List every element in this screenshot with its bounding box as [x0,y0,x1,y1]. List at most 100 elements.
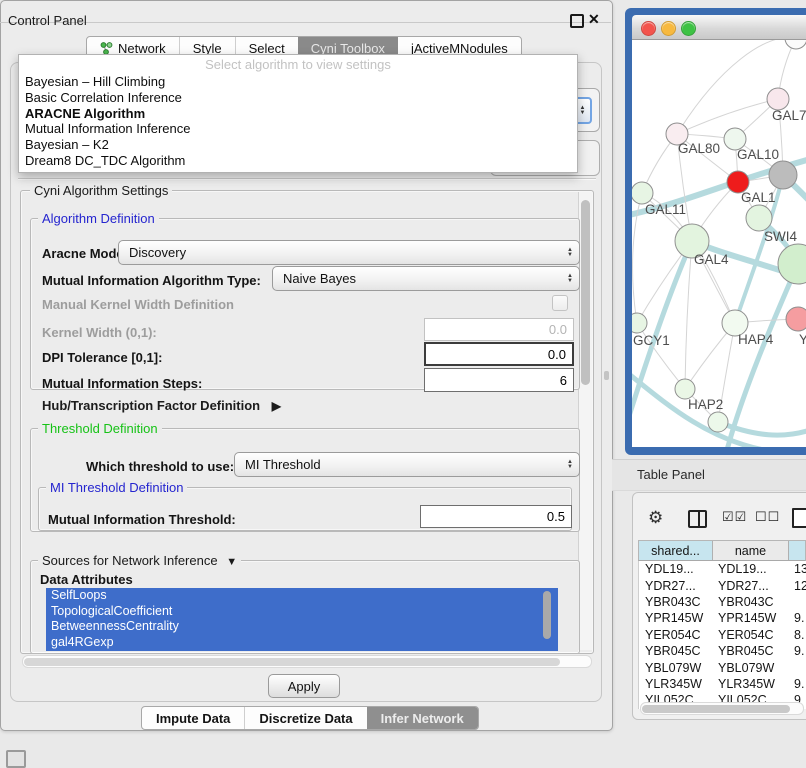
table-cell: YLR345W [639,676,712,692]
settings-hscrollbar-track[interactable] [22,655,592,668]
table-cell: YDR27... [712,577,788,593]
which-threshold-combo[interactable]: MI Threshold ▲▼ [234,452,580,477]
table-row[interactable]: YBR045CYBR045C9. [639,643,806,659]
table-cell: 9. [788,643,806,659]
network-node[interactable] [632,313,647,333]
tab-infer-network[interactable]: Infer Network [367,707,478,729]
dropdown-item[interactable]: Basic Correlation Inference [19,90,577,106]
close-icon[interactable]: ✕ [588,11,600,28]
attribute-item-selected[interactable]: gal4RGexp [46,635,558,651]
close-traffic-light[interactable] [641,21,656,36]
bottom-tabbar: Impute Data Discretize Data Infer Networ… [141,706,479,730]
sources-group-title[interactable]: Sources for Network Inference ▼ [38,554,241,569]
settings-scrollbar-track[interactable] [578,192,592,650]
dropdown-item[interactable]: Mutual Information Inference [19,121,577,137]
network-canvas[interactable]: GAL7GAL80GAL10GAL1GAL11SWI4GAL4GCY1HAP4Y… [632,40,806,447]
table-cell: 12 [788,577,806,593]
table-row[interactable]: YBR043CYBR043C [639,594,806,610]
control-panel-titlebar [0,0,611,23]
node-label: HAP2 [688,397,723,412]
table-row[interactable]: YPR145WYPR145W9. [639,610,806,626]
hub-definition-label: Hub/Transcription Factor Definition [42,398,260,413]
mi-steps-label: Mutual Information Steps: [42,376,202,391]
dropdown-item-highlighted[interactable]: ARACNE Algorithm [19,106,577,122]
table-row[interactable]: YDL19...YDL19...13 [639,561,806,577]
aracne-mode-label: Aracne Mode: [42,246,128,261]
column-header-partial[interactable] [788,541,805,560]
table-header-row: shared... name [638,540,806,561]
combo-arrows-icon: ▲▼ [567,274,573,284]
network-window-titlebar[interactable] [632,15,806,40]
expanded-arrow-icon: ▼ [226,556,237,568]
table-hscrollbar-thumb[interactable] [642,705,790,713]
tab-label: Discretize Data [259,711,352,726]
mi-threshold-input[interactable]: 0.5 [420,505,572,528]
settings-scrollbar-thumb[interactable] [581,200,590,385]
network-node[interactable] [708,412,728,432]
node-label: GAL1 [741,190,776,205]
table-row[interactable]: YDR27...YDR27...12 [639,577,806,593]
apply-button[interactable]: Apply [268,674,340,698]
attribute-item-selected[interactable]: SelfLoops [46,588,558,604]
mi-type-value: Naive Bayes [283,271,356,286]
panel-splitter-handle[interactable] [604,371,609,380]
column-header-shared-name[interactable]: shared... [639,541,712,560]
manual-kernel-label: Manual Kernel Width Definition [42,297,234,312]
network-node[interactable] [746,205,772,231]
network-node[interactable] [767,88,789,110]
table-row[interactable]: YER054CYER054C8. [639,627,806,643]
aracne-mode-combo[interactable]: Discovery ▲▼ [118,240,580,265]
table-hscrollbar-track[interactable] [640,702,804,715]
network-node[interactable] [786,307,806,331]
table-cell: YBR045C [639,643,712,659]
tab-label: Infer Network [381,711,464,726]
manual-kernel-checkbox[interactable] [552,295,568,311]
table-cell: YER054C [712,627,788,643]
network-node[interactable] [675,379,695,399]
kernel-width-input[interactable]: 0.0 [424,318,574,341]
docked-panel-icon[interactable] [6,750,26,768]
algorithm-definition-title: Algorithm Definition [38,212,159,225]
column-header-name[interactable]: name [712,541,788,560]
table-settings-gear-icon[interactable]: ⚙ [648,508,663,528]
tab-impute-data[interactable]: Impute Data [142,707,244,729]
mi-steps-input[interactable]: 6 [424,368,574,392]
dropdown-item[interactable]: Bayesian – K2 [19,137,577,153]
table-cell: 13 [788,561,806,577]
minimize-traffic-light[interactable] [661,21,676,36]
dropdown-item[interactable]: Bayesian – Hill Climbing [19,74,577,90]
attributes-scrollbar-thumb[interactable] [543,591,551,639]
table-row[interactable]: YLR345WYLR345W9. [639,676,806,692]
network-node[interactable] [769,161,797,189]
tab-discretize-data[interactable]: Discretize Data [244,707,366,729]
table-cell: YBR043C [712,594,788,610]
table-cell [788,659,806,675]
node-label: GAL10 [737,147,779,162]
algorithm-dropdown-popup: Select algorithm to view settings Bayesi… [18,54,578,173]
node-label: GCY1 [633,333,670,348]
select-all-columns-icon[interactable]: ☑☑ [722,509,747,525]
network-node[interactable] [778,244,806,284]
network-node[interactable] [632,182,653,204]
hub-definition-toggle[interactable]: Hub/Transcription Factor Definition ▶ [42,398,281,413]
which-threshold-value: MI Threshold [245,457,321,472]
mi-type-combo[interactable]: Naive Bayes ▲▼ [272,266,580,291]
dropdown-item[interactable]: Dream8 DC_TDC Algorithm [19,153,577,169]
dpi-tolerance-input[interactable]: 0.0 [424,342,574,366]
attribute-item-selected[interactable]: BetweennessCentrality [46,619,558,635]
table-cell: 9. [788,676,806,692]
zoom-traffic-light[interactable] [681,21,696,36]
node-label: HAP4 [738,332,774,347]
float-window-icon[interactable] [570,14,584,28]
export-table-icon[interactable] [792,508,806,528]
attributes-scrollbar-track[interactable] [543,590,552,648]
mi-type-label: Mutual Information Algorithm Type: [42,273,261,288]
deselect-all-columns-icon[interactable]: ☐☐ [755,509,780,525]
table-row[interactable]: YBL079WYBL079W [639,659,806,675]
node-label: Y [799,332,806,347]
split-view-icon[interactable] [688,510,707,528]
network-node[interactable] [785,40,806,49]
attribute-item-selected[interactable]: TopologicalCoefficient [46,604,558,620]
settings-hscrollbar-thumb[interactable] [24,658,560,666]
node-label: GAL4 [694,252,729,267]
